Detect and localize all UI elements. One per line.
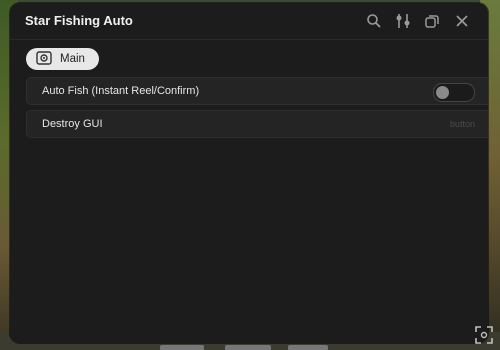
- tab-label: Main: [60, 53, 85, 65]
- search-icon[interactable]: [365, 12, 383, 30]
- titlebar: Star Fishing Auto: [10, 3, 488, 40]
- background-hud-element: [288, 345, 328, 350]
- background-hud-element: [160, 345, 204, 350]
- button-hint: button: [449, 119, 475, 129]
- destroy-gui-label: Destroy GUI: [42, 118, 103, 130]
- toggle-knob: [436, 86, 449, 99]
- settings-sliders-icon[interactable]: [394, 12, 412, 30]
- minimize-icon[interactable]: [423, 12, 441, 30]
- auto-fish-row[interactable]: Auto Fish (Instant Reel/Confirm): [26, 77, 488, 105]
- script-window: Star Fishing Auto Main Auto Fish (Instan…: [10, 3, 488, 343]
- window-title: Star Fishing Auto: [25, 13, 133, 28]
- destroy-gui-button[interactable]: Destroy GUI button: [26, 110, 488, 138]
- tab-icon: [36, 50, 52, 68]
- focus-frame-icon[interactable]: [472, 323, 496, 347]
- tab-main[interactable]: Main: [26, 48, 99, 70]
- close-icon[interactable]: [453, 12, 471, 30]
- background-hud-element: [225, 345, 271, 350]
- auto-fish-toggle[interactable]: [433, 83, 475, 102]
- auto-fish-label: Auto Fish (Instant Reel/Confirm): [42, 85, 200, 97]
